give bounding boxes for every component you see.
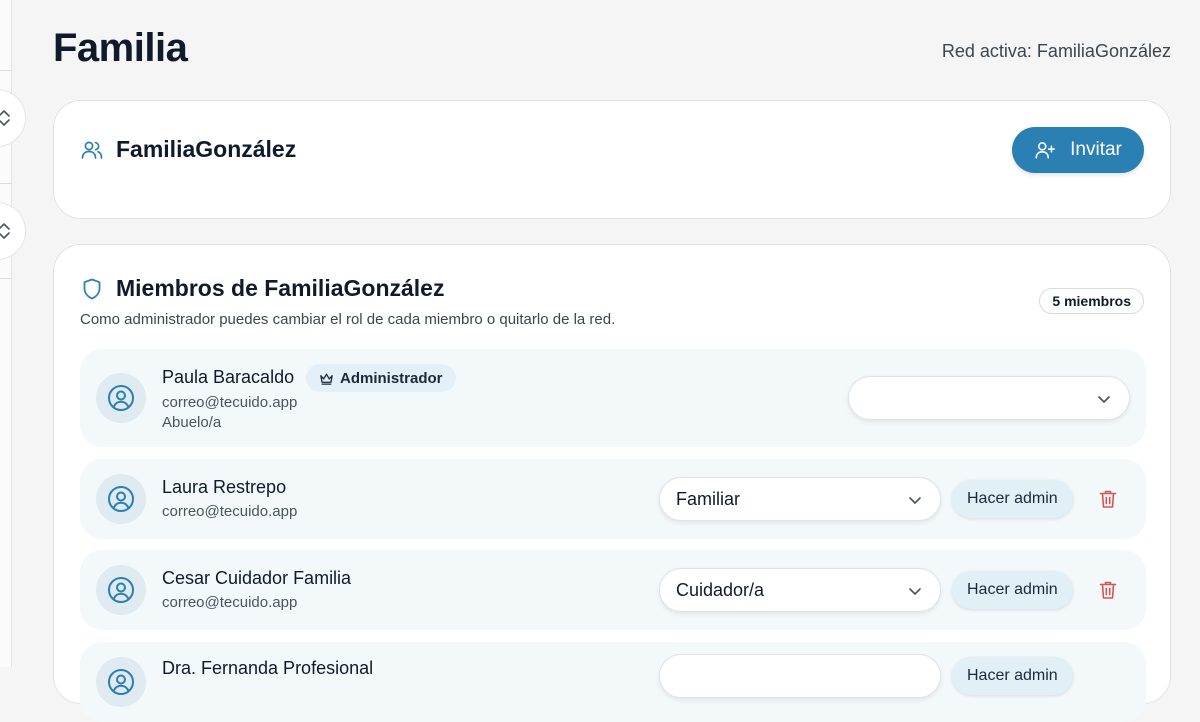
network-name: FamiliaGonzález [116,136,297,162]
avatar [96,657,146,707]
users-icon [81,141,103,159]
chevron-up-down-icon [0,223,10,239]
members-card-header: Miembros de FamiliaGonzález [80,275,444,302]
members-subtitle: Como administrador puedes cambiar el rol… [80,311,616,328]
role-select[interactable]: Familiar [659,477,941,521]
side-rail [0,0,26,667]
avatar [96,373,146,423]
member-name: Dra. Fernanda Profesional [162,658,374,678]
role-select-value: Cuidador/a [676,580,765,600]
user-circle-icon [108,577,134,603]
role-select[interactable]: Cuidador/a [659,568,941,612]
member-email: correo@tecuido.app [162,594,298,611]
member-row: Dra. Fernanda Profesional Hacer admin [80,642,1146,722]
crown-icon [320,373,333,385]
avatar [96,474,146,524]
user-circle-icon [108,669,134,695]
role-select[interactable] [659,654,941,698]
chevron-up-down-icon [0,110,10,126]
active-network-label: Red activa: FamiliaGonzález [941,41,1171,61]
admin-badge: Administrador [306,364,456,392]
page-title: Familia [53,26,188,70]
rail-divider [0,70,12,71]
member-name: Paula Baracaldo [162,367,295,387]
user-circle-icon [108,486,134,512]
delete-member-button[interactable] [1094,485,1122,513]
member-name: Cesar Cuidador Familia [162,568,352,588]
member-email: correo@tecuido.app [162,503,298,520]
admin-badge-label: Administrador [340,369,443,387]
members-count-badge: 5 miembros [1039,288,1144,314]
role-select[interactable] [848,376,1130,420]
network-card: FamiliaGonzález Invitar [53,100,1171,219]
member-relation: Abuelo/a [162,414,222,431]
chevron-down-icon [1098,396,1110,403]
collapse-toggle-button[interactable] [0,89,26,147]
members-title: Miembros de FamiliaGonzález [116,275,445,301]
member-row: Laura Restrepo correo@tecuido.app Famili… [80,459,1146,539]
member-email: correo@tecuido.app [162,394,298,411]
member-row: Cesar Cuidador Familia correo@tecuido.ap… [80,550,1146,630]
network-card-header: FamiliaGonzález [80,136,296,163]
make-admin-button[interactable]: Hacer admin [952,480,1073,518]
shield-icon [83,278,101,299]
invite-button[interactable]: Invitar [1012,127,1144,173]
make-admin-button[interactable]: Hacer admin [952,657,1073,695]
avatar [96,565,146,615]
delete-member-button[interactable] [1094,576,1122,604]
collapse-toggle-button[interactable] [0,202,26,260]
make-admin-button[interactable]: Hacer admin [952,571,1073,609]
member-name: Laura Restrepo [162,477,287,497]
rail-divider [0,183,12,184]
members-card: Miembros de FamiliaGonzález 5 miembros C… [53,244,1171,722]
invite-button-label: Invitar [1070,139,1122,160]
rail-divider [0,278,12,279]
user-circle-icon [108,385,134,411]
chevron-down-icon [909,497,921,504]
trash-icon [1099,490,1117,508]
chevron-down-icon [909,588,921,595]
member-row: Paula Baracaldo Administrador correo@tec… [80,349,1146,447]
trash-icon [1099,581,1117,599]
user-plus-icon [1035,142,1056,159]
role-select-value: Familiar [676,489,741,509]
